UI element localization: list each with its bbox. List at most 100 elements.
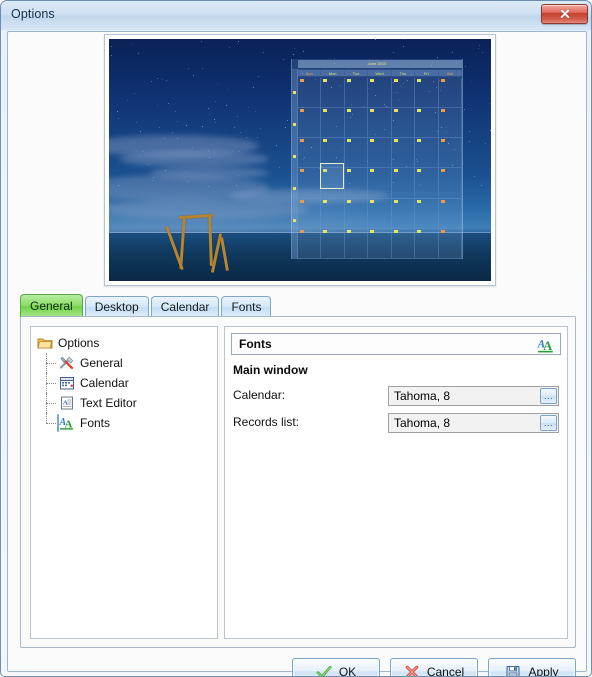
- tab-strip: General Desktop Calendar Fonts: [20, 294, 272, 317]
- star-dot: [293, 47, 295, 49]
- dialog-button-row: OK Cancel Apply: [8, 658, 576, 677]
- calendar-weekday-cell: Fri: [415, 70, 439, 76]
- calendar-day-cell: [298, 228, 322, 259]
- settings-pane-title: Fonts: [239, 337, 272, 351]
- star-dot: [276, 144, 278, 146]
- calendar-day-cell: [391, 138, 416, 169]
- calendar-font-field[interactable]: Tahoma, 8 ...: [388, 386, 559, 406]
- calendar-day-cell: [368, 108, 392, 139]
- star-dot: [464, 108, 466, 110]
- window-title: Options: [11, 7, 55, 21]
- theme-preview-frame: June 2010 Sun Mon Tue Wed Thu Fri Sat: [104, 34, 496, 286]
- calendar-day-cell: [415, 108, 439, 139]
- star-dot: [255, 110, 257, 112]
- star-dot: [469, 130, 471, 132]
- tree-item-label: Fonts: [80, 416, 111, 430]
- star-dot: [490, 130, 491, 132]
- star-dot: [285, 126, 287, 128]
- tree-item-calendar[interactable]: Calendar: [37, 373, 213, 393]
- calendar-font-browse-button[interactable]: ...: [540, 388, 557, 404]
- star-dot: [156, 104, 158, 106]
- star-dot: [233, 126, 235, 128]
- calendar-day-cell: [368, 198, 392, 229]
- font-icon: A A: [59, 415, 75, 431]
- star-dot: [214, 121, 216, 123]
- calendar-day-cell: [391, 168, 416, 199]
- pier-structure: [165, 211, 243, 273]
- star-dot: [201, 126, 203, 128]
- button-label: Apply: [528, 664, 559, 677]
- star-dot: [279, 166, 281, 168]
- star-dot: [452, 52, 454, 54]
- star-dot: [238, 41, 240, 43]
- star-dot: [161, 79, 163, 81]
- star-dot: [473, 175, 475, 177]
- calendar-day-cell: [368, 228, 392, 259]
- ellipsis-icon: ...: [543, 391, 553, 401]
- star-dot: [202, 67, 204, 69]
- field-row-records-list-font: Records list: Tahoma, 8 ...: [233, 413, 559, 433]
- records-list-font-field[interactable]: Tahoma, 8 ...: [388, 413, 559, 433]
- options-tree-pane[interactable]: Options General Calendar A Text Editor A…: [30, 326, 218, 639]
- star-dot: [208, 107, 210, 109]
- star-dot: [485, 143, 487, 145]
- cancel-button[interactable]: Cancel: [390, 658, 478, 676]
- star-dot: [403, 39, 405, 41]
- calendar-weekday-cell: Sat: [439, 70, 462, 76]
- options-dialog-window: Options June 2010 Sun Mon Tue Wed Thu Fr…: [0, 0, 592, 677]
- calendar-day-cell: [298, 108, 322, 139]
- star-dot: [134, 92, 136, 94]
- tree-item-general[interactable]: General: [37, 353, 213, 373]
- star-dot: [139, 131, 141, 133]
- field-value: Tahoma, 8: [394, 416, 451, 430]
- calendar-day-cell: [321, 108, 345, 139]
- check-icon: [316, 664, 332, 676]
- button-label: OK: [338, 664, 357, 677]
- close-icon[interactable]: [541, 4, 588, 24]
- records-list-font-browse-button[interactable]: ...: [540, 415, 557, 431]
- calendar-day-cell: [438, 78, 462, 109]
- star-dot: [488, 102, 490, 104]
- tree-item-fonts[interactable]: A A Fonts: [37, 413, 213, 433]
- calendar-day-cell: [415, 78, 439, 109]
- star-dot: [302, 50, 304, 52]
- tab-calendar[interactable]: Calendar: [150, 296, 220, 317]
- star-dot: [239, 131, 241, 133]
- tree-root-options[interactable]: Options: [37, 333, 213, 353]
- star-dot: [215, 100, 217, 102]
- star-dot: [246, 137, 248, 139]
- calendar-day-cell: [438, 198, 462, 229]
- tree-item-text-editor[interactable]: A Text Editor: [37, 393, 213, 413]
- star-dot: [150, 80, 152, 82]
- star-dot: [471, 81, 473, 83]
- calendar-day-cell: [344, 138, 369, 169]
- calendar-weekday-header: Sun Mon Tue Wed Thu Fri Sat: [298, 69, 462, 77]
- settings-pane-header: Fonts A A: [231, 333, 561, 355]
- calendar-day-cell: [415, 138, 439, 169]
- calendar-day-cell: [391, 198, 416, 229]
- calendar-day-cell: [298, 78, 322, 109]
- tab-general[interactable]: General: [20, 294, 83, 317]
- star-dot: [110, 54, 112, 56]
- tree-item-label: Calendar: [80, 376, 129, 390]
- text-editor-icon: A: [59, 395, 75, 411]
- star-dot: [468, 141, 470, 143]
- save-icon: [505, 664, 521, 676]
- apply-button[interactable]: Apply: [488, 658, 576, 677]
- calendar-day-cell: [368, 138, 392, 169]
- tab-desktop[interactable]: Desktop: [84, 296, 149, 317]
- ok-button[interactable]: OK: [292, 658, 380, 677]
- calendar-day-cell: [344, 198, 369, 229]
- star-dot: [480, 184, 482, 186]
- star-dot: [138, 52, 140, 54]
- calendar-weekday-cell: Sun: [298, 70, 322, 76]
- title-bar: Options: [1, 1, 591, 30]
- star-dot: [168, 102, 170, 104]
- calendar-day-cell: [368, 78, 392, 109]
- tab-fonts[interactable]: Fonts: [221, 296, 272, 317]
- tab-label: Desktop: [94, 300, 139, 314]
- calendar-selected-day: [320, 163, 344, 189]
- tab-label: Calendar: [160, 300, 210, 314]
- star-dot: [287, 119, 289, 121]
- tree-root-label: Options: [58, 336, 100, 350]
